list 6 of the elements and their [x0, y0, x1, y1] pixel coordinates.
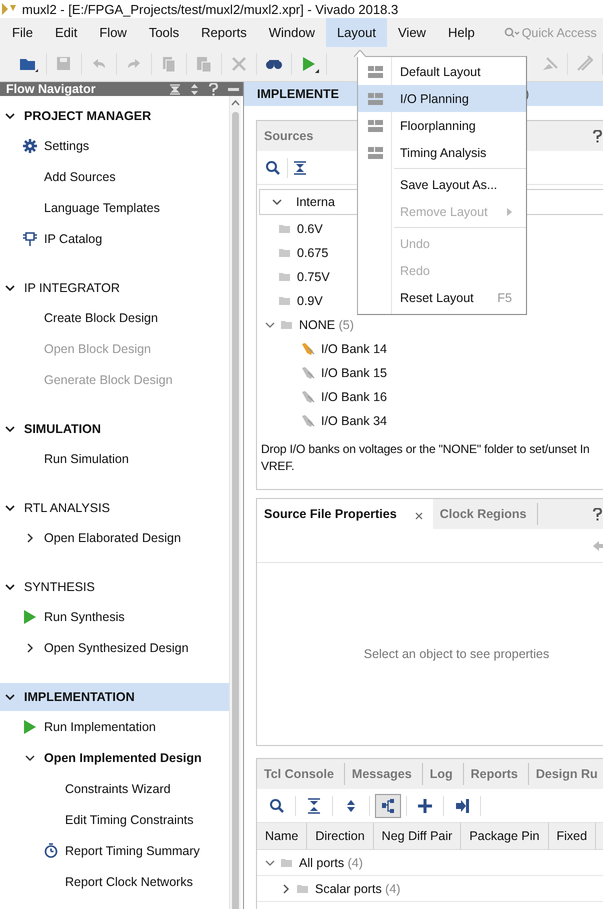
window-title: muxl2 - [E:/FPGA_Projects/test/muxl2/muxl2.xpr] - Vivado 2018.3 [22, 2, 398, 16]
empty-message: Select an object to see properties [364, 647, 550, 661]
hint-text: Drop I/O banks on voltages or the "NONE" folder to set/unset In VREF. [260, 441, 591, 475]
view-title: IMPLEMENTE [257, 87, 339, 101]
tree-label: Interna [296, 195, 335, 209]
panel-title: Flow Navigator [6, 82, 96, 96]
